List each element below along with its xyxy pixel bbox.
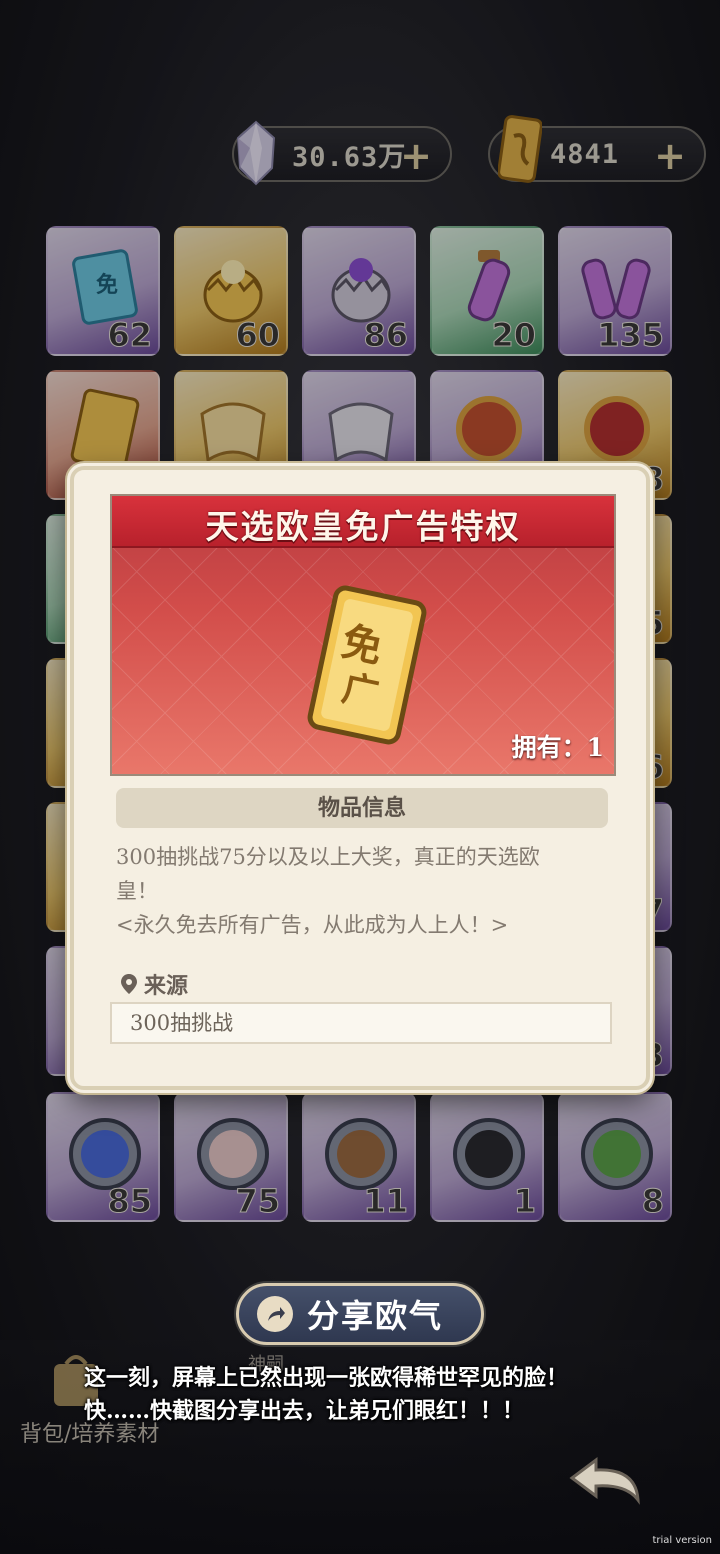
inventory-item-character-medal[interactable]: 8 — [558, 1092, 672, 1222]
inventory-item-character-medal[interactable]: 75 — [174, 1092, 288, 1222]
description-line: 300抽挑战75分以及以上大奖，真正的天选欧 — [116, 845, 540, 869]
caption-line: 这一刻，屏幕上已然出现一张欧得稀世罕见的脸！ — [84, 1365, 569, 1391]
medal-icon — [456, 396, 522, 462]
item-count: 1 — [513, 1182, 536, 1221]
inventory-item-character-medal[interactable]: 11 — [302, 1092, 416, 1222]
silver-scroll-icon — [328, 402, 394, 463]
share-arrow-icon — [257, 1296, 293, 1332]
inventory-item-golden-egg[interactable]: 60 — [174, 226, 288, 356]
item-count: 135 — [597, 316, 665, 355]
item-info-header: 物品信息 — [116, 788, 608, 828]
item-title: 天选欧皇免广告特权 — [205, 507, 521, 546]
inventory-item-character-medal[interactable]: 85 — [46, 1092, 160, 1222]
gacha-ticket-icon — [498, 115, 542, 183]
inventory-item-double-potion[interactable]: 135 — [558, 226, 672, 356]
share-button-label: 分享欧气 — [307, 1297, 444, 1335]
inventory-item-free-ticket-small[interactable]: 免 62 — [46, 226, 160, 356]
item-count: 11 — [363, 1182, 409, 1221]
inventory-item-purple-egg[interactable]: 86 — [302, 226, 416, 356]
source-header: 来源 — [120, 968, 188, 1000]
watermark: trial version — [652, 1535, 712, 1546]
item-count: 75 — [235, 1182, 281, 1221]
crystal-currency: 30.63万 + — [232, 120, 452, 186]
free-ad-ticket-icon: 免 广 — [307, 585, 427, 745]
ticket-currency: 4841 + — [488, 115, 706, 183]
item-description: 300抽挑战75分以及以上大奖，真正的天选欧 皇！ <永久免去所有广告，从此成为… — [116, 840, 606, 942]
inventory-item-character-medal[interactable]: 1 — [430, 1092, 544, 1222]
golden-scroll-icon — [200, 402, 266, 463]
svg-text:免: 免 — [96, 272, 118, 298]
item-count: 60 — [235, 316, 281, 355]
description-line: 皇！ — [116, 879, 158, 903]
share-caption: 这一刻，屏幕上已然出现一张欧得稀世罕见的脸！ 快……快截图分享出去，让弟兄们眼红… — [84, 1362, 568, 1428]
ticket-value: 4841 — [550, 138, 620, 170]
add-crystal-button[interactable]: + — [400, 134, 432, 178]
add-ticket-button[interactable]: + — [654, 134, 686, 178]
owned-count: 拥有：1 — [511, 733, 604, 762]
share-luck-button[interactable]: 分享欧气 — [236, 1283, 484, 1345]
item-count: 20 — [491, 316, 537, 355]
source-label: 来源 — [144, 973, 189, 999]
item-count: 86 — [363, 316, 409, 355]
back-arrow-icon[interactable] — [566, 1454, 646, 1514]
item-count: 85 — [107, 1182, 153, 1221]
source-entry[interactable]: 300抽挑战 — [110, 1002, 612, 1044]
crystal-icon — [236, 120, 276, 186]
crystal-value: 30.63万 — [292, 141, 407, 173]
description-line: <永久免去所有广告，从此成为人上人！> — [116, 913, 509, 937]
free-ad-ticket-icon — [70, 388, 140, 472]
location-pin-icon — [121, 974, 137, 994]
inventory-item-potion[interactable]: 20 — [430, 226, 544, 356]
item-count: 62 — [107, 316, 153, 355]
caption-line: 快……快截图分享出去，让弟兄们眼红！！！ — [84, 1398, 525, 1424]
item-banner: 天选欧皇免广告特权 免 广 拥有：1 — [110, 494, 616, 776]
item-count: 8 — [641, 1182, 664, 1221]
item-detail-modal[interactable]: 天选欧皇免广告特权 免 广 拥有：1 物品信息 300抽挑战75分以及以上大奖，… — [70, 466, 650, 1090]
